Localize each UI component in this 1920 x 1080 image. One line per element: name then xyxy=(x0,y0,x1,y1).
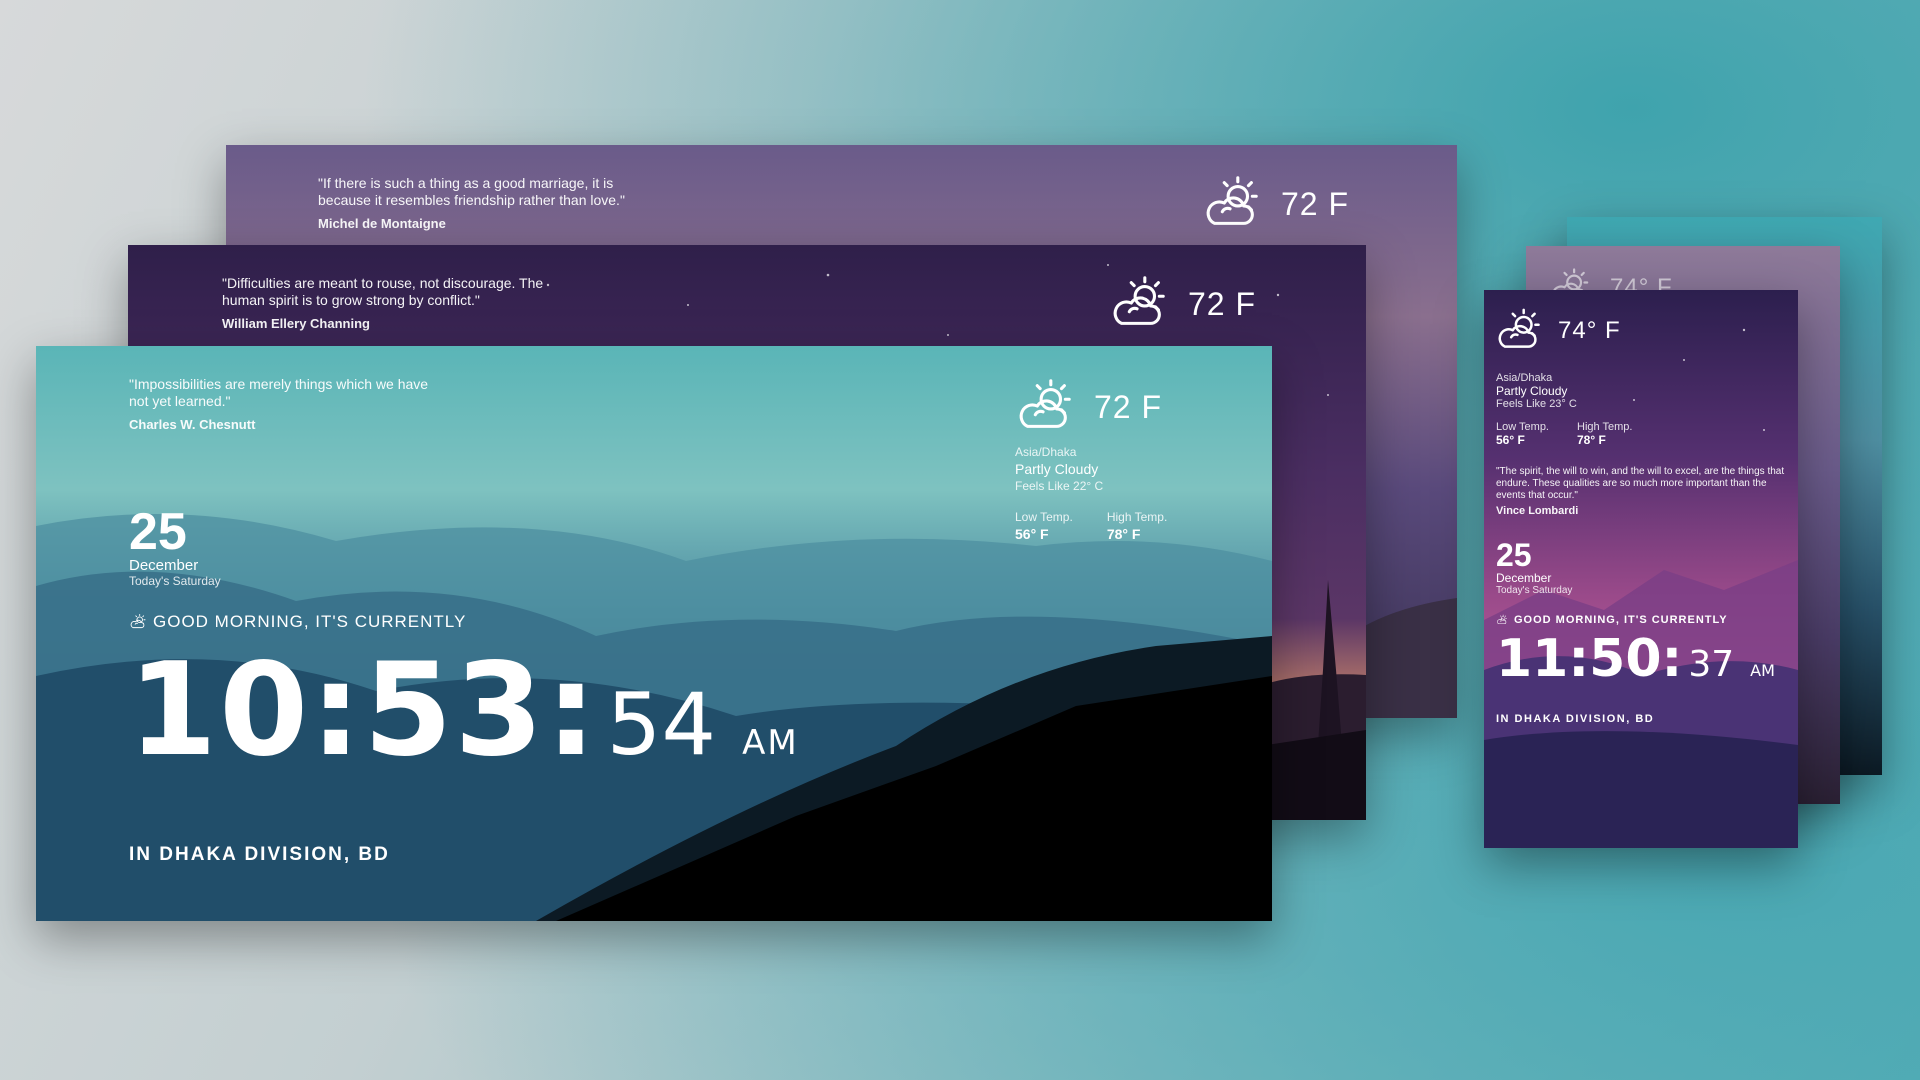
low-temp: Low Temp. 56° F xyxy=(1015,510,1073,542)
timezone: Asia/Dhaka xyxy=(1015,445,1077,459)
card-mobile-front: 74° F Asia/Dhaka Partly Cloudy Feels Lik… xyxy=(1484,290,1798,848)
condition: Partly Cloudy xyxy=(1015,461,1099,477)
date-block: 25 December Today's Saturday xyxy=(129,506,221,588)
date-day: 25 xyxy=(1496,537,1532,573)
temperature: 72 F xyxy=(1188,285,1257,322)
date-weekday: Today's Saturday xyxy=(1496,585,1573,596)
greeting: GOOD MORNING, IT'S CURRENTLY xyxy=(1496,614,1728,626)
temperature: 72 F xyxy=(1094,388,1163,425)
quote-author: Michel de Montaigne xyxy=(318,216,446,231)
quote-author: Vince Lombardi xyxy=(1496,505,1579,517)
greeting: GOOD MORNING, IT'S CURRENTLY xyxy=(129,612,466,632)
high-temp: High Temp. 78° F xyxy=(1577,421,1633,447)
date-weekday: Today's Saturday xyxy=(129,574,221,588)
temperature: 74° F xyxy=(1558,317,1621,344)
clock-hours-minutes: 10:53: xyxy=(128,636,599,785)
quote-text: "The spirit, the will to win, and the wi… xyxy=(1496,466,1785,517)
date-day: 25 xyxy=(129,503,187,561)
clock: 11:50: 37 AM xyxy=(1496,632,1775,686)
low-temp: Low Temp. 56° F xyxy=(1496,421,1549,447)
temperature: 72 F xyxy=(1281,185,1350,222)
date-month: December xyxy=(129,557,199,574)
high-temp: High Temp. 78° F xyxy=(1106,510,1168,542)
card-front-wide: "Impossibilities are merely things which… xyxy=(36,346,1272,921)
weather-widget: 72 F xyxy=(1201,173,1349,235)
quote-author: Charles W. Chesnutt xyxy=(129,417,256,432)
feels-like: Feels Like 23° C xyxy=(1496,398,1577,410)
clock-ampm: AM xyxy=(742,723,799,763)
clock-seconds: 37 xyxy=(1688,644,1735,685)
clock-ampm: AM xyxy=(1750,661,1775,680)
quote-text: "Difficulties are meant to rouse, not di… xyxy=(222,275,552,332)
quote-author: William Ellery Channing xyxy=(222,316,370,331)
quote-text: "Impossibilities are merely things which… xyxy=(129,376,439,433)
quote-text: "If there is such a thing as a good marr… xyxy=(318,175,648,232)
date-month: December xyxy=(1496,571,1552,585)
clock: 10:53: 54 AM xyxy=(128,646,799,776)
partly-cloudy-icon xyxy=(1113,276,1165,325)
partly-cloudy-icon xyxy=(1498,308,1540,348)
weather-widget: 72 F xyxy=(1014,376,1162,438)
weather-widget: 72 F xyxy=(1108,273,1256,335)
timezone: Asia/Dhaka xyxy=(1496,372,1553,384)
feels-like: Feels Like 22° C xyxy=(1015,479,1104,493)
partly-cloudy-icon xyxy=(1206,176,1258,225)
clock-seconds: 54 xyxy=(606,675,717,775)
sun-cloud-icon xyxy=(1497,614,1507,625)
sun-cloud-icon xyxy=(130,613,146,629)
location: IN DHAKA DIVISION, BD xyxy=(1496,713,1655,725)
weather-details: Asia/Dhaka Partly Cloudy Feels Like 23° … xyxy=(1496,372,1632,447)
clock-hours-minutes: 11:50: xyxy=(1496,629,1683,689)
partly-cloudy-icon xyxy=(1019,379,1071,428)
location: IN DHAKA DIVISION, BD xyxy=(129,844,390,865)
date-block: 25 December Today's Saturday xyxy=(1496,538,1572,596)
weather-widget: 74° F xyxy=(1494,306,1621,356)
weather-details: Asia/Dhaka Partly Cloudy Feels Like 22° … xyxy=(1015,444,1167,543)
condition: Partly Cloudy xyxy=(1496,384,1568,398)
